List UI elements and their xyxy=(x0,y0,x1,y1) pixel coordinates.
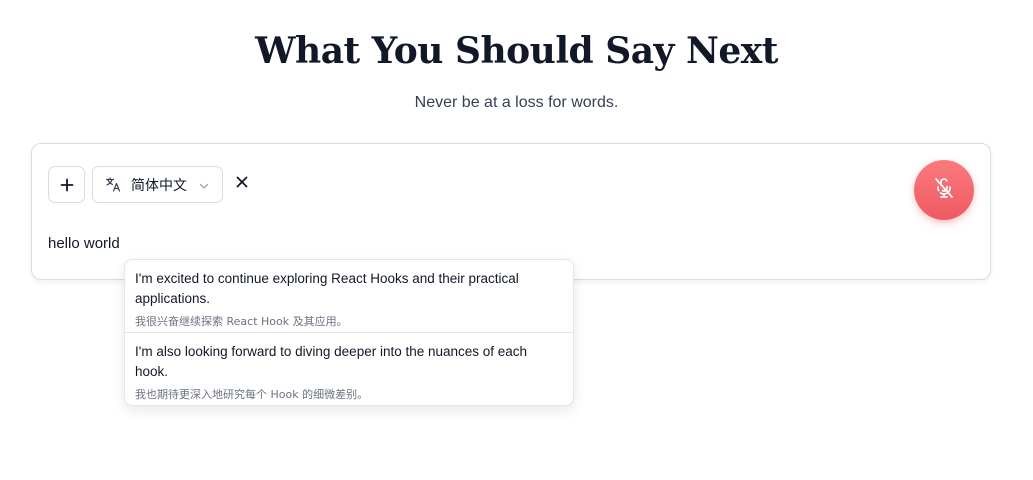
suggestions-dropdown: I'm excited to continue exploring React … xyxy=(124,259,574,406)
language-select[interactable]: 简体中文 xyxy=(92,166,223,203)
plus-icon xyxy=(60,178,74,192)
suggestion-english: I'm also looking forward to diving deepe… xyxy=(135,344,528,379)
add-button[interactable] xyxy=(48,166,85,203)
input-text[interactable]: hello world xyxy=(48,235,120,252)
page-subtitle: Never be at a loss for words. xyxy=(414,94,619,111)
language-select-value: 简体中文 xyxy=(131,177,187,194)
translate-icon xyxy=(105,176,123,194)
close-icon xyxy=(236,175,248,193)
page-title: What You Should Say Next xyxy=(255,30,778,72)
microphone-off-icon xyxy=(932,176,956,205)
suggestion-item[interactable]: I'm excited to continue exploring React … xyxy=(125,260,573,333)
suggestion-item[interactable]: I'm also looking forward to diving deepe… xyxy=(125,333,573,405)
microphone-button[interactable] xyxy=(914,160,974,220)
suggestion-translation: 我也期待更深入地研究每个 Hook 的细微差别。 xyxy=(135,388,369,401)
suggestion-english: I'm excited to continue exploring React … xyxy=(135,271,519,306)
chevron-down-icon xyxy=(198,179,210,197)
suggestion-translation: 我很兴奋继续探索 React Hook 及其应用。 xyxy=(135,315,348,328)
page: What You Should Say Next Never be at a l… xyxy=(0,0,1033,480)
clear-button[interactable] xyxy=(232,174,252,194)
